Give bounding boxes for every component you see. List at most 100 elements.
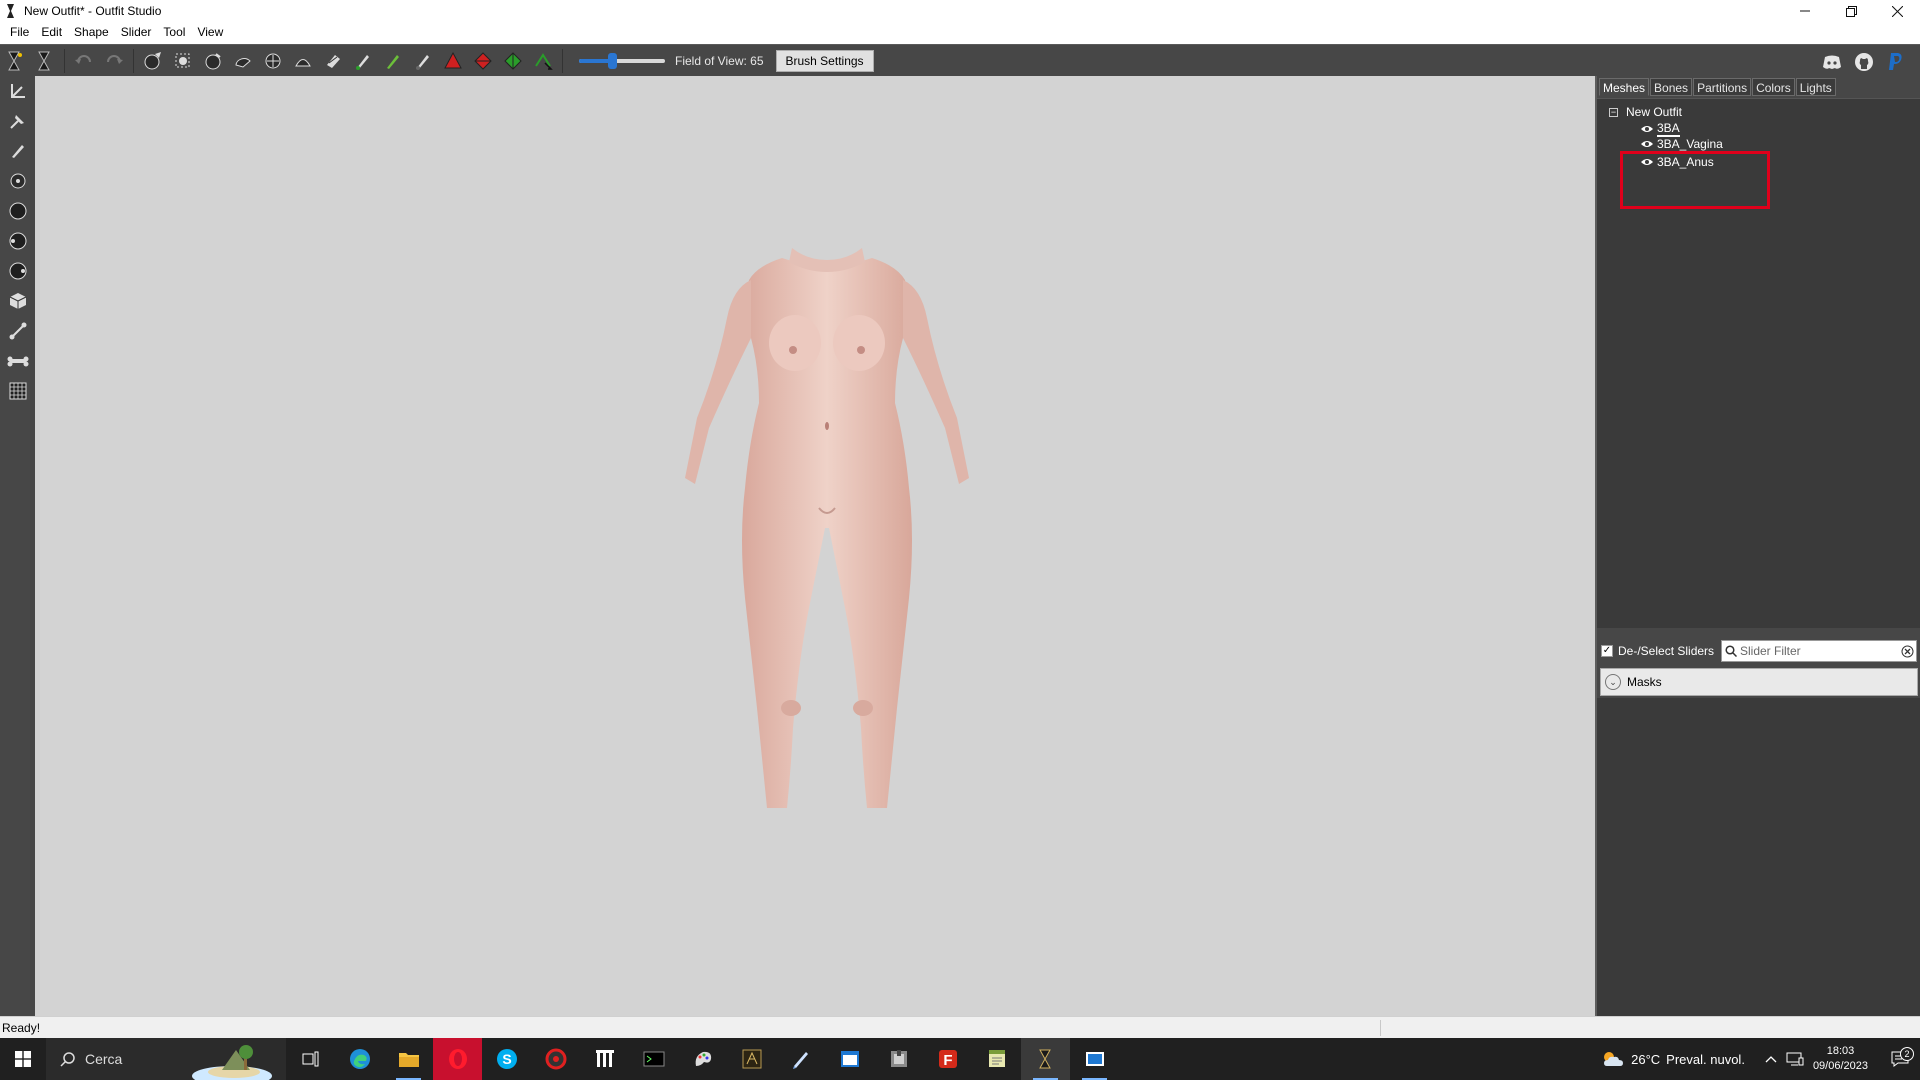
select-brush-icon[interactable] (139, 47, 167, 75)
menu-edit[interactable]: Edit (35, 22, 68, 42)
tab-colors[interactable]: Colors (1752, 78, 1795, 96)
collapse-icon[interactable]: − (1609, 107, 1618, 117)
tree-item-3ba-vagina[interactable]: 3BA_Vagina (1640, 136, 1723, 152)
undiff-brush-icon[interactable] (319, 47, 347, 75)
bone-tool-icon[interactable] (0, 346, 35, 376)
brush-size-large-icon[interactable] (0, 196, 35, 226)
app-icon-creation-kit[interactable] (727, 1038, 776, 1080)
skype-icon[interactable]: S (482, 1038, 531, 1080)
vertex-select-tool-icon[interactable] (0, 136, 35, 166)
masks-section[interactable]: ⌄ Masks (1600, 668, 1918, 696)
toolbar-separator (562, 48, 563, 73)
smooth-brush-icon[interactable] (289, 47, 317, 75)
eye-icon[interactable] (1640, 123, 1654, 135)
move-vertex-icon[interactable] (529, 47, 557, 75)
menu-view[interactable]: View (191, 22, 229, 42)
undo-icon[interactable] (70, 47, 98, 75)
minimize-button[interactable] (1782, 0, 1828, 22)
eye-icon[interactable] (1640, 138, 1654, 150)
chevron-up-icon[interactable] (1759, 1055, 1783, 1063)
load-reference-icon[interactable] (31, 47, 59, 75)
collapse-vertex-icon[interactable] (439, 47, 467, 75)
github-icon[interactable] (1849, 48, 1879, 76)
checkbox-check-icon[interactable]: ✓ (1601, 645, 1613, 657)
opera-browser-icon[interactable] (433, 1038, 482, 1080)
slider-filter-field[interactable]: Slider Filter (1721, 640, 1917, 662)
weather-desc: Preval. nuvol. (1666, 1051, 1745, 1067)
menu-file[interactable]: File (4, 22, 35, 42)
close-button[interactable] (1874, 0, 1920, 22)
toolbar-separator (133, 48, 134, 73)
title-bar: New Outfit* - Outfit Studio (0, 0, 1920, 22)
app-icon-blue-window[interactable] (1070, 1038, 1119, 1080)
pivot-tool-icon[interactable] (0, 106, 35, 136)
tab-lights[interactable]: Lights (1795, 78, 1836, 96)
app-icon-red-gear[interactable] (531, 1038, 580, 1080)
slider-controls: ✓ De-/Select Sliders Slider Filter (1597, 638, 1920, 664)
menu-slider[interactable]: Slider (115, 22, 158, 42)
brush-settings-button[interactable]: Brush Settings (775, 49, 874, 72)
file-explorer-icon[interactable] (384, 1038, 433, 1080)
brush-falloff-icon[interactable] (0, 226, 35, 256)
clear-filter-icon[interactable] (1898, 645, 1916, 658)
notification-center-icon[interactable]: 2 (1880, 1047, 1920, 1067)
windows-start-icon[interactable] (0, 1038, 46, 1080)
app-icon-window[interactable] (825, 1038, 874, 1080)
search-icon (60, 1051, 75, 1067)
outfit-studio-logo-icon[interactable] (1, 47, 29, 75)
restore-button[interactable] (1828, 0, 1874, 22)
tab-partitions[interactable]: Partitions (1693, 78, 1752, 96)
app-icon-paint[interactable] (678, 1038, 727, 1080)
color-brush-icon[interactable] (409, 47, 437, 75)
move-brush-icon[interactable] (259, 47, 287, 75)
3d-viewport[interactable] (35, 76, 1595, 1016)
menu-shape[interactable]: Shape (68, 22, 115, 42)
paypal-icon[interactable] (1881, 48, 1911, 76)
body-mesh[interactable] (647, 188, 1007, 828)
app-window: New Outfit* - Outfit Studio File Edit Sh… (0, 0, 1920, 1080)
app-icon-f[interactable]: F (923, 1038, 972, 1080)
brush-size-small-icon[interactable] (0, 166, 35, 196)
edge-tool-icon[interactable] (0, 316, 35, 346)
weather-widget[interactable]: 26°C Preval. nuvol. (1601, 1049, 1745, 1069)
search-icon (1722, 645, 1740, 657)
deflate-brush-icon[interactable] (229, 47, 257, 75)
wireframe-grid-icon[interactable] (0, 376, 35, 406)
fov-slider-thumb[interactable] (607, 52, 617, 69)
weight-erase-icon[interactable] (379, 47, 407, 75)
taskbar-search[interactable]: Cerca (46, 1038, 286, 1080)
tab-bones[interactable]: Bones (1650, 78, 1693, 96)
mask-brush-icon[interactable] (169, 47, 197, 75)
chevron-down-icon[interactable]: ⌄ (1605, 674, 1621, 690)
weather-temp: 26°C (1631, 1051, 1661, 1067)
xray-mode-icon[interactable] (0, 286, 35, 316)
deselect-sliders-checkbox[interactable]: ✓ De-/Select Sliders (1601, 644, 1714, 658)
weight-paint-icon[interactable] (349, 47, 377, 75)
app-icon-archive[interactable] (874, 1038, 923, 1080)
svg-text:F: F (943, 1052, 952, 1069)
brush-strength-icon[interactable] (0, 256, 35, 286)
edge-browser-icon[interactable] (335, 1038, 384, 1080)
outfit-studio-taskbar-icon[interactable] (1021, 1038, 1070, 1080)
app-icon-terminal[interactable] (629, 1038, 678, 1080)
task-view-icon[interactable] (286, 1038, 335, 1080)
redo-icon[interactable] (100, 47, 128, 75)
mesh-tree: − New Outfit 3BA 3BA_Vagina 3BA_Anus (1597, 98, 1920, 628)
inflate-brush-icon[interactable] (199, 47, 227, 75)
tab-meshes[interactable]: Meshes (1599, 78, 1650, 96)
svg-text:S: S (502, 1051, 511, 1067)
taskbar-clock[interactable]: 18:03 09/06/2023 (1813, 1044, 1868, 1074)
app-icon-pen[interactable] (776, 1038, 825, 1080)
fov-slider[interactable] (579, 52, 665, 69)
app-icon-notepad[interactable] (972, 1038, 1021, 1080)
split-edge-icon[interactable] (499, 47, 527, 75)
app-icon-columns[interactable] (580, 1038, 629, 1080)
tree-item-3ba[interactable]: 3BA (1640, 121, 1680, 137)
menu-tool[interactable]: Tool (157, 22, 191, 42)
transform-tool-icon[interactable] (0, 76, 35, 106)
discord-icon[interactable] (1817, 48, 1847, 76)
clock-time: 18:03 (1826, 1045, 1855, 1057)
tree-root[interactable]: − New Outfit (1609, 105, 1682, 119)
network-icon[interactable] (1783, 1052, 1807, 1066)
flip-edge-icon[interactable] (469, 47, 497, 75)
